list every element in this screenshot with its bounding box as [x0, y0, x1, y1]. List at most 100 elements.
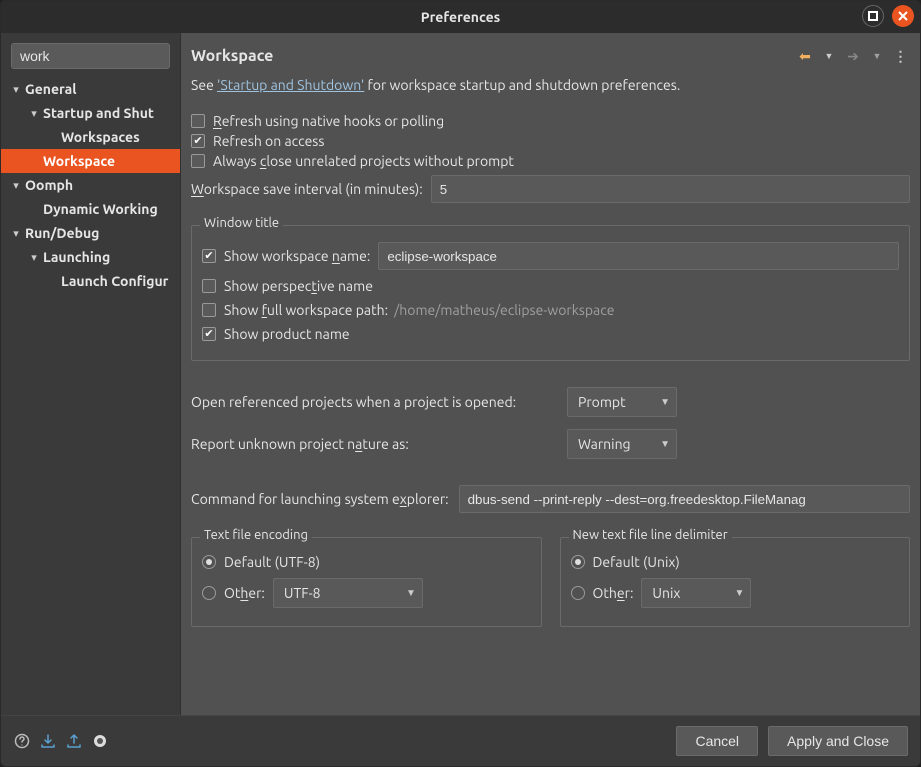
import-icon[interactable]	[39, 732, 57, 750]
close-unrelated-label: Always close unrelated projects without …	[213, 153, 514, 169]
system-explorer-row: Command for launching system explorer:	[191, 485, 910, 513]
delimiter-default-label: Default (Unix)	[593, 554, 680, 570]
tree-caret-icon[interactable]: ▾	[27, 107, 41, 120]
dialog-body: ✕ ▾General▾Startup and ShutWorkspacesWor…	[1, 33, 920, 715]
close-unrelated-checkbox[interactable]	[191, 154, 205, 168]
maximize-button[interactable]	[862, 5, 884, 27]
titlebar-title: Preferences	[1, 9, 920, 25]
apply-close-button[interactable]: Apply and Close	[768, 726, 908, 756]
nav-back-menu-icon[interactable]: ▼	[820, 47, 838, 65]
tree-item-label: Launch Configur	[59, 273, 168, 289]
cancel-button[interactable]: Cancel	[676, 726, 758, 756]
save-interval-row: Workspace save interval (in minutes):	[191, 175, 910, 203]
footer-icons	[13, 732, 109, 750]
system-explorer-input[interactable]	[459, 485, 910, 513]
show-workspace-name-row[interactable]: Show workspace name:	[202, 240, 899, 272]
open-referenced-row: Open referenced projects when a project …	[191, 387, 910, 417]
content-header: Workspace ⬅ ▼ ➔ ▼ ⋮	[185, 37, 916, 69]
refresh-access-checkbox[interactable]	[191, 134, 205, 148]
preferences-tree[interactable]: ▾General▾Startup and ShutWorkspacesWorks…	[1, 75, 180, 715]
tree-item-general[interactable]: ▾General	[1, 77, 180, 101]
tree-item-workspaces[interactable]: Workspaces	[1, 125, 180, 149]
refresh-access-label: Refresh on access	[213, 133, 324, 149]
tree-item-label: Startup and Shut	[41, 105, 154, 121]
tree-item-dynamic-working[interactable]: Dynamic Working	[1, 197, 180, 221]
window-buttons	[862, 5, 914, 27]
report-nature-select[interactable]: Warning▼	[567, 429, 677, 459]
show-perspective-label: Show perspective name	[224, 278, 373, 294]
tree-item-oomph[interactable]: ▾Oomph	[1, 173, 180, 197]
intro-text: See 'Startup and Shutdown' for workspace…	[191, 77, 910, 93]
header-nav: ⬅ ▼ ➔ ▼ ⋮	[796, 47, 910, 65]
tree-caret-icon[interactable]: ▾	[9, 83, 23, 96]
nav-menu-icon[interactable]: ⋮	[892, 47, 910, 65]
delimiter-group: New text file line delimiter Default (Un…	[560, 537, 911, 627]
show-perspective-checkbox[interactable]	[202, 279, 216, 293]
window-title-group: Window title Show workspace name: Show p…	[191, 225, 910, 361]
window-title-legend: Window title	[200, 216, 283, 230]
startup-shutdown-link[interactable]: 'Startup and Shutdown'	[217, 77, 364, 93]
nav-back-icon[interactable]: ⬅	[796, 47, 814, 65]
encoding-legend: Text file encoding	[200, 528, 312, 542]
open-referenced-label: Open referenced projects when a project …	[191, 394, 567, 410]
tree-item-label: General	[23, 81, 77, 97]
nav-forward-menu-icon[interactable]: ▼	[868, 47, 886, 65]
nav-forward-icon[interactable]: ➔	[844, 47, 862, 65]
show-product-checkbox[interactable]	[202, 327, 216, 341]
close-button[interactable]	[892, 5, 914, 27]
tree-caret-icon[interactable]: ▾	[9, 179, 23, 192]
filter-search[interactable]: ✕	[11, 43, 170, 69]
encoding-default-row[interactable]: Default (UTF-8)	[202, 552, 531, 572]
show-product-row[interactable]: Show product name	[202, 324, 899, 344]
delimiter-legend: New text file line delimiter	[569, 528, 732, 542]
save-interval-input[interactable]	[431, 175, 910, 203]
system-explorer-label: Command for launching system explorer:	[191, 491, 449, 507]
encoding-default-label: Default (UTF-8)	[224, 554, 320, 570]
save-interval-label: Workspace save interval (in minutes):	[191, 181, 423, 197]
tree-item-launch-configur[interactable]: Launch Configur	[1, 269, 180, 293]
encoding-other-label: Other:	[224, 585, 265, 601]
tree-item-label: Run/Debug	[23, 225, 99, 241]
refresh-native-row[interactable]: Refresh using native hooks or polling	[191, 113, 910, 129]
delimiter-select[interactable]: Unix▼	[641, 578, 751, 608]
oomph-icon[interactable]	[91, 732, 109, 750]
delimiter-other-radio[interactable]	[571, 586, 585, 600]
tree-item-workspace[interactable]: Workspace	[1, 149, 180, 173]
encoding-other-radio[interactable]	[202, 586, 216, 600]
refresh-native-label: Refresh using native hooks or polling	[213, 113, 444, 129]
refresh-native-checkbox[interactable]	[191, 114, 205, 128]
open-referenced-select[interactable]: Prompt▼	[567, 387, 677, 417]
show-full-path-row[interactable]: Show full workspace path: /home/matheus/…	[202, 300, 899, 320]
report-nature-label: Report unknown project nature as:	[191, 436, 567, 452]
tree-item-launching[interactable]: ▾Launching	[1, 245, 180, 269]
show-workspace-name-checkbox[interactable]	[202, 249, 216, 263]
export-icon[interactable]	[65, 732, 83, 750]
tree-item-label: Launching	[41, 249, 110, 265]
encoding-other-row[interactable]: Other: UTF-8▼	[202, 576, 531, 610]
refresh-access-row[interactable]: Refresh on access	[191, 133, 910, 149]
help-icon[interactable]	[13, 732, 31, 750]
show-perspective-row[interactable]: Show perspective name	[202, 276, 899, 296]
workspace-path-text: /home/matheus/eclipse-workspace	[394, 302, 614, 318]
close-unrelated-row[interactable]: Always close unrelated projects without …	[191, 153, 910, 169]
delimiter-default-row[interactable]: Default (Unix)	[571, 552, 900, 572]
encoding-default-radio[interactable]	[202, 555, 216, 569]
tree-item-label: Dynamic Working	[41, 201, 158, 217]
sidebar: ✕ ▾General▾Startup and ShutWorkspacesWor…	[1, 33, 181, 715]
show-full-path-checkbox[interactable]	[202, 303, 216, 317]
delimiter-other-label: Other:	[593, 585, 634, 601]
titlebar: Preferences	[1, 1, 920, 33]
encoding-select[interactable]: UTF-8▼	[273, 578, 423, 608]
tree-caret-icon[interactable]: ▾	[27, 251, 41, 264]
delimiter-default-radio[interactable]	[571, 555, 585, 569]
delimiter-other-row[interactable]: Other: Unix▼	[571, 576, 900, 610]
tree-caret-icon[interactable]: ▾	[9, 227, 23, 240]
tree-item-run-debug[interactable]: ▾Run/Debug	[1, 221, 180, 245]
content-panel: Workspace ⬅ ▼ ➔ ▼ ⋮ See 'Startup and Shu…	[181, 33, 920, 715]
workspace-name-input[interactable]	[378, 242, 899, 270]
tree-item-label: Workspaces	[59, 129, 140, 145]
filter-search-input[interactable]	[18, 47, 203, 65]
tree-item-label: Oomph	[23, 177, 73, 193]
show-full-path-label: Show full workspace path:	[224, 302, 388, 318]
tree-item-startup-and-shut[interactable]: ▾Startup and Shut	[1, 101, 180, 125]
